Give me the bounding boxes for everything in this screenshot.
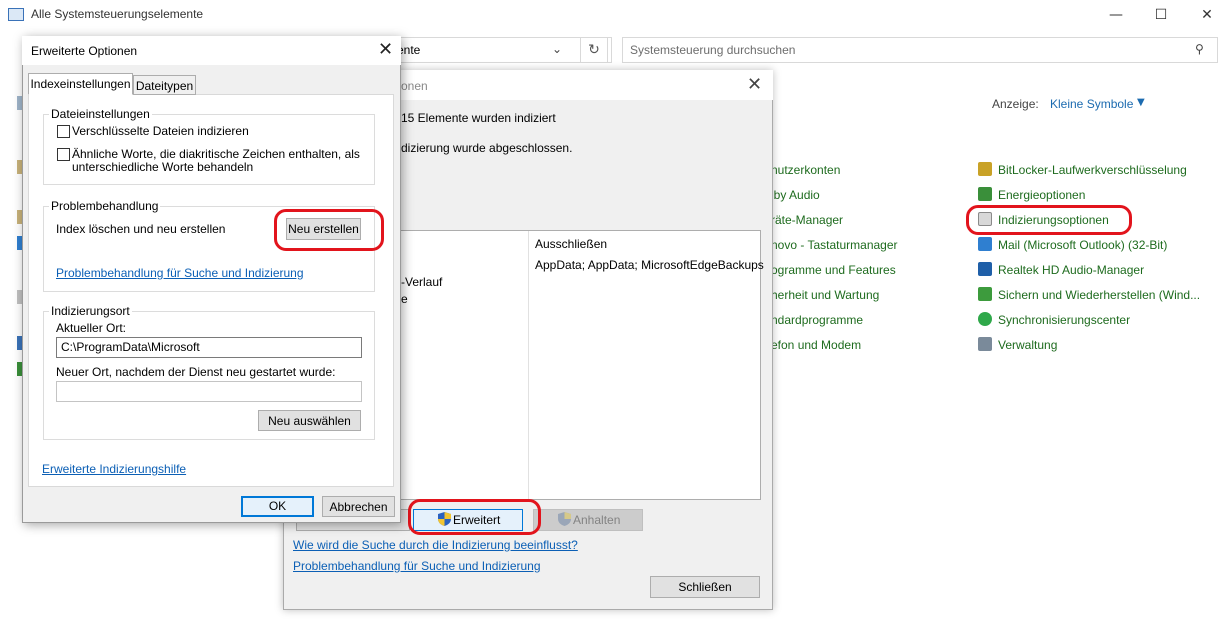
refresh-icon: ↻: [588, 42, 600, 58]
indexed-count-text: 15 Elemente wurden indiziert: [401, 111, 556, 125]
view-dropdown[interactable]: Kleine Symbole: [1050, 97, 1133, 111]
indexing-dialog-close-icon[interactable]: ✕: [747, 74, 762, 95]
uac-shield-icon: [558, 512, 571, 526]
diacritics-label-line1: Ähnliche Worte, die diakritische Zeichen…: [72, 147, 360, 161]
indexing-dialog-title: onen: [401, 79, 428, 93]
rebuild-index-text: Index löschen und neu erstellen: [56, 222, 226, 236]
bitlocker-icon: [978, 162, 992, 176]
tab-index-settings[interactable]: Indexeinstellungen: [28, 73, 133, 95]
cp-item-admin-tools[interactable]: Verwaltung: [998, 338, 1057, 352]
exclude-column-header: Ausschließen: [535, 237, 608, 251]
cp-item-lenovo-keyboard[interactable]: novo - Tastaturmanager: [771, 238, 898, 252]
indexing-status-text: dizierung wurde abgeschlossen.: [401, 141, 573, 155]
advanced-troubleshoot-link[interactable]: Problembehandlung für Suche und Indizier…: [56, 266, 304, 280]
advanced-dialog-close-icon[interactable]: ✕: [378, 39, 393, 60]
diacritics-label-line2: unterschiedliche Worte behandeln: [72, 160, 254, 174]
mail-icon: [978, 237, 992, 251]
highlight-advanced-button: [408, 499, 541, 535]
encrypted-files-label: Verschlüsselte Dateien indizieren: [72, 124, 249, 138]
cp-item-user-accounts[interactable]: nutzerkonten: [771, 163, 840, 177]
cp-item-device-manager[interactable]: räte-Manager: [771, 213, 843, 227]
minimize-button[interactable]: —: [1093, 0, 1139, 30]
index-location-label: Indizierungsort: [49, 304, 132, 318]
cp-item-dolby-audio[interactable]: lby Audio: [771, 188, 820, 202]
admin-tools-icon: [978, 337, 992, 351]
chevron-down-icon[interactable]: ⌄: [552, 42, 562, 56]
list-item[interactable]: e: [401, 292, 408, 306]
list-column-divider: [528, 231, 529, 499]
exclude-values: AppData; AppData; MicrosoftEdgeBackups: [535, 258, 764, 272]
view-label: Anzeige:: [992, 97, 1039, 111]
tab-file-types[interactable]: Dateitypen: [133, 75, 196, 95]
highlight-rebuild-button: [274, 209, 384, 251]
encrypted-files-checkbox[interactable]: [57, 125, 70, 138]
cp-item-backup-restore[interactable]: Sichern und Wiederherstellen (Wind...: [998, 288, 1200, 302]
highlight-indexing-options: [966, 205, 1132, 235]
list-item[interactable]: -Verlauf: [401, 275, 442, 289]
address-bar[interactable]: [390, 37, 612, 63]
indexing-help-link[interactable]: Erweiterte Indizierungshilfe: [42, 462, 186, 476]
view-dropdown-chevron-icon[interactable]: ▼: [1137, 97, 1145, 108]
cp-item-mail[interactable]: Mail (Microsoft Outlook) (32-Bit): [998, 238, 1167, 252]
cp-item-power-options[interactable]: Energieoptionen: [998, 188, 1085, 202]
close-window-button[interactable]: ✕: [1184, 0, 1230, 30]
search-impact-link[interactable]: Wie wird die Suche durch die Indizierung…: [293, 538, 578, 552]
select-new-button[interactable]: Neu auswählen: [258, 410, 361, 431]
control-panel-icon: [8, 8, 24, 21]
close-button[interactable]: Schließen: [650, 576, 760, 598]
maximize-button[interactable]: ☐: [1138, 0, 1184, 30]
backup-icon: [978, 287, 992, 301]
cp-item-phone-modem[interactable]: efon und Modem: [771, 338, 861, 352]
cp-item-realtek[interactable]: Realtek HD Audio-Manager: [998, 263, 1144, 277]
new-location-field[interactable]: [56, 381, 362, 402]
cp-item-default-programs[interactable]: ndardprogramme: [771, 313, 863, 327]
sync-center-icon: [978, 312, 992, 326]
troubleshooting-label: Problembehandlung: [49, 199, 161, 213]
cp-item-security-maintenance[interactable]: herheit und Wartung: [771, 288, 879, 302]
pause-button-label: Anhalten: [573, 513, 621, 527]
cancel-button[interactable]: Abbrechen: [322, 496, 395, 517]
ok-button[interactable]: OK: [241, 496, 314, 517]
cp-item-programs-features[interactable]: ogramme und Features: [771, 263, 896, 277]
current-location-field[interactable]: C:\ProgramData\Microsoft: [56, 337, 362, 358]
search-icon[interactable]: ⚲: [1195, 42, 1204, 56]
window-title: Alle Systemsteuerungselemente: [31, 7, 204, 21]
cp-item-bitlocker[interactable]: BitLocker-Laufwerkverschlüsselung: [998, 163, 1187, 177]
advanced-dialog-title: Erweiterte Optionen: [31, 44, 138, 58]
new-location-label: Neuer Ort, nachdem der Dienst neu gestar…: [56, 365, 336, 379]
power-options-icon: [978, 187, 992, 201]
refresh-button[interactable]: ↻: [580, 37, 608, 63]
search-placeholder: Systemsteuerung durchsuchen: [630, 43, 796, 57]
file-settings-label: Dateieinstellungen: [49, 107, 152, 121]
troubleshoot-link[interactable]: Problembehandlung für Suche und Indizier…: [293, 559, 541, 573]
cp-item-sync-center[interactable]: Synchronisierungscenter: [998, 313, 1130, 327]
realtek-audio-icon: [978, 262, 992, 276]
diacritics-checkbox[interactable]: [57, 148, 70, 161]
current-location-label: Aktueller Ort:: [56, 321, 127, 335]
